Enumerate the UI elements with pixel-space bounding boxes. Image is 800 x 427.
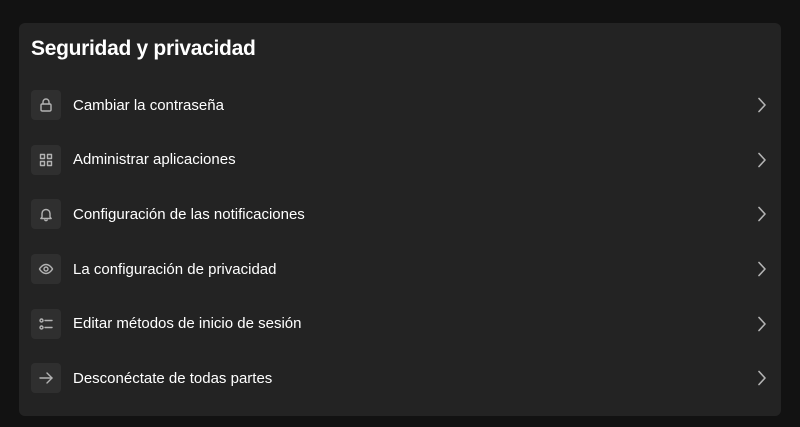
chevron-right-icon	[757, 206, 767, 222]
chevron-right-icon	[757, 152, 767, 168]
security-privacy-card: Seguridad y privacidad Cambiar la contra…	[19, 23, 781, 416]
lock-icon	[31, 90, 61, 121]
settings-list: Cambiar la contraseña Administrar aplica…	[19, 78, 781, 406]
manage-apps-row[interactable]: Administrar aplicaciones	[19, 133, 781, 188]
chevron-right-icon	[757, 316, 767, 332]
eye-icon	[31, 254, 61, 285]
row-label: Configuración de las notificaciones	[73, 205, 305, 223]
section-title: Seguridad y privacidad	[31, 37, 256, 60]
login-methods-row[interactable]: Editar métodos de inicio de sesión	[19, 296, 781, 351]
chevron-right-icon	[757, 261, 767, 277]
row-label: Administrar aplicaciones	[73, 151, 236, 169]
chevron-right-icon	[757, 97, 767, 113]
login-methods-icon	[31, 308, 61, 339]
apps-grid-icon	[31, 144, 61, 175]
chevron-right-icon	[757, 370, 767, 386]
bell-icon	[31, 199, 61, 230]
change-password-row[interactable]: Cambiar la contraseña	[19, 78, 781, 133]
row-label: Editar métodos de inicio de sesión	[73, 315, 302, 333]
row-label: Desconéctate de todas partes	[73, 369, 273, 387]
arrow-right-icon	[31, 363, 61, 394]
row-label: La configuración de privacidad	[73, 260, 277, 278]
row-label: Cambiar la contraseña	[73, 96, 224, 114]
sign-out-everywhere-row[interactable]: Desconéctate de todas partes	[19, 351, 781, 406]
privacy-settings-row[interactable]: La configuración de privacidad	[19, 242, 781, 297]
notification-settings-row[interactable]: Configuración de las notificaciones	[19, 187, 781, 242]
